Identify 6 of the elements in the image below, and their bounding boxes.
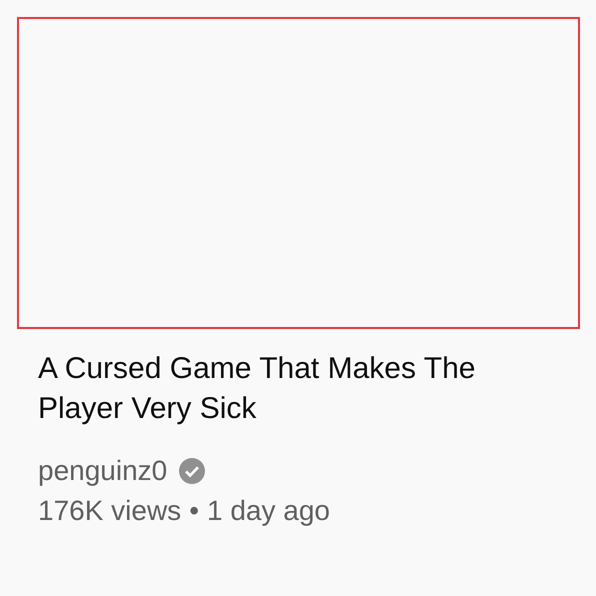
upload-age: 1 day ago: [207, 495, 330, 527]
thumbnail-frame[interactable]: [17, 17, 580, 329]
view-count: 176K views: [38, 495, 182, 527]
separator-dot: •: [189, 495, 199, 527]
video-title[interactable]: A Cursed Game That Makes The Player Very Sick: [38, 349, 508, 429]
channel-name[interactable]: penguinz0: [38, 455, 168, 487]
